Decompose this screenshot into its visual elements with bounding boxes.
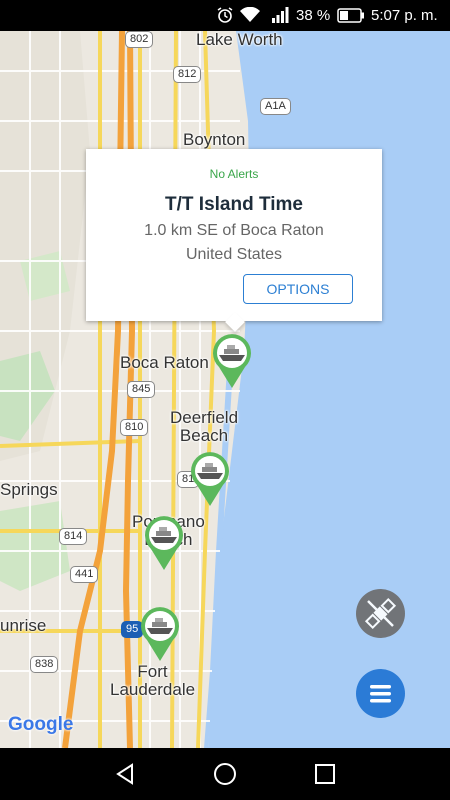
home-icon[interactable]: [213, 762, 237, 786]
options-button[interactable]: OPTIONS: [243, 274, 353, 304]
vessel-pin[interactable]: [189, 451, 231, 507]
alarm-icon: [217, 7, 233, 23]
label-sunrise: unrise: [0, 616, 47, 635]
road-shield-441: 441: [70, 566, 99, 583]
status-bar: 38 % 5:07 p. m.: [0, 0, 450, 31]
vessel-country: United States: [185, 246, 283, 263]
label-lake-worth: Lake Worth: [196, 31, 283, 49]
battery-icon: [337, 8, 364, 23]
google-logo: Google: [8, 714, 74, 735]
vessel-pin[interactable]: [211, 333, 253, 389]
vessel-name: T/T Island Time: [165, 194, 303, 215]
road-shield-838: 838: [30, 656, 59, 673]
navigation-bar: [0, 748, 450, 800]
label-fort-lauderdale: Fort Lauderdale: [110, 662, 196, 699]
road-shield-845: 845: [127, 381, 156, 398]
label-boca-raton: Boca Raton: [120, 353, 209, 372]
label-deerfield-beach: Deerfield Beach: [170, 408, 239, 445]
wifi-icon: [240, 7, 260, 22]
satellite-toggle-button[interactable]: [356, 589, 405, 638]
recents-icon[interactable]: [315, 764, 335, 784]
vessel-pin[interactable]: [143, 515, 185, 571]
signal-icon: [272, 7, 289, 23]
vessel-info-popup[interactable]: No Alerts T/T Island Time 1.0 km SE of B…: [86, 149, 382, 332]
label-boynton: Boynton: [183, 130, 246, 149]
map-view[interactable]: Lake Worth Boynton Boca Raton Deerfield …: [0, 31, 450, 748]
road-shield-812: 812: [173, 66, 202, 83]
back-icon[interactable]: [114, 763, 136, 785]
label-springs: Springs: [0, 480, 58, 499]
menu-button[interactable]: [356, 669, 405, 718]
road-shield-a1a: A1A: [260, 98, 291, 115]
road-shield-802: 802: [125, 31, 154, 48]
clock: 5:07 p. m.: [371, 7, 438, 24]
road-shield-810: 810: [120, 419, 149, 436]
satellite-icon: [364, 597, 397, 630]
vessel-location: 1.0 km SE of Boca Raton: [144, 222, 324, 239]
menu-icon: [370, 685, 391, 703]
vessel-pin[interactable]: [139, 606, 181, 662]
battery-percent: 38 %: [296, 7, 331, 24]
alerts-status: No Alerts: [209, 167, 259, 181]
road-shield-814: 814: [59, 528, 88, 545]
